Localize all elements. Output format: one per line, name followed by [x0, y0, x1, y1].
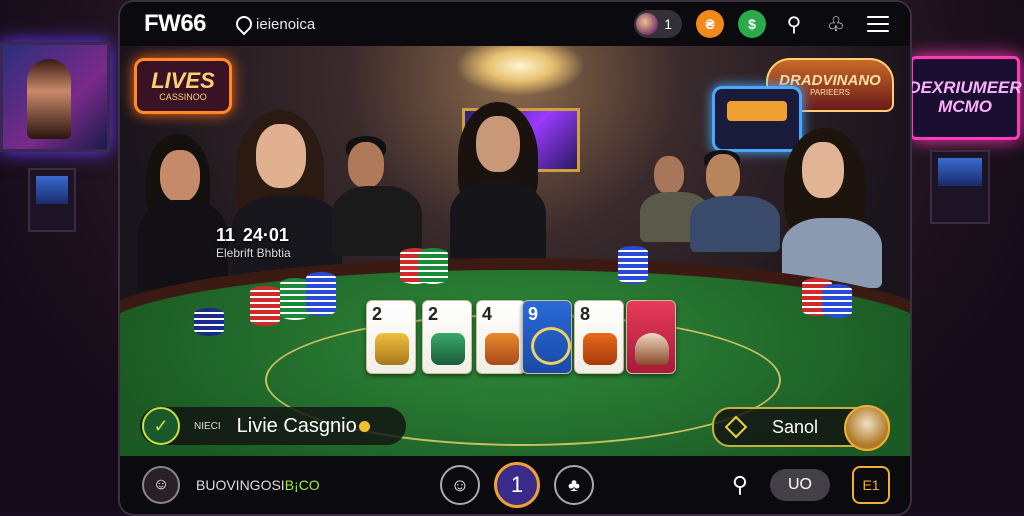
- chip-stack[interactable]: [194, 308, 224, 336]
- emoji-button[interactable]: ☺: [440, 465, 480, 505]
- community-card: 8: [574, 300, 624, 374]
- bet-overlay: 11 24·01 Elebrift Bhbtia: [216, 218, 291, 260]
- wall-tv-left: [0, 42, 110, 152]
- card-rank: 8: [580, 304, 591, 324]
- coin-icon: [358, 420, 370, 432]
- location-label: ieienoica: [256, 15, 316, 33]
- live-micro-label: NIECI: [194, 420, 221, 432]
- community-card: 4: [476, 300, 526, 374]
- chip-stack[interactable]: [822, 284, 852, 318]
- bottom-actions: ⚲ UO E1: [732, 466, 890, 504]
- action-buttons: ☺ 1 ♣: [440, 462, 594, 508]
- chip-stack[interactable]: [618, 246, 648, 284]
- tv-host-image: [27, 59, 71, 139]
- send-button[interactable]: Sanol: [712, 405, 890, 451]
- bet-overlay-label: Elebrift Bhbtia: [216, 246, 291, 260]
- live-casino-title: Livie Casgnio: [236, 414, 357, 437]
- slot-machine: [930, 150, 990, 224]
- community-card: 2: [422, 300, 472, 374]
- brand-logo[interactable]: FW66: [144, 10, 207, 38]
- neon-casino-sub: PARIEERS: [810, 88, 850, 97]
- diamond-icon: [724, 415, 748, 439]
- live-casino-pill[interactable]: ✓ NIECI Livie Casgnio: [140, 407, 406, 445]
- neon-lives-sub: CASSINOO: [159, 92, 207, 102]
- send-label: Sanol: [772, 416, 819, 437]
- profile-pill[interactable]: 1: [634, 10, 682, 38]
- dollar-icon[interactable]: $: [738, 10, 766, 38]
- players-button[interactable]: ♣: [554, 465, 594, 505]
- neon-lives-title: LIVES: [151, 68, 215, 93]
- card-rank: 2: [428, 304, 439, 324]
- bet-overlay-number: 11: [216, 225, 236, 245]
- username-tag: B¡CO: [284, 477, 320, 493]
- location-pin-icon: [232, 12, 256, 36]
- community-card: 2: [366, 300, 416, 374]
- club-icon[interactable]: ♧: [822, 10, 850, 38]
- user-avatar-icon: [636, 13, 659, 35]
- app-window: FW66 ieienoica 1 ₴ $ ⚲ ♧ LIVES CASSINOO …: [118, 0, 912, 516]
- leaf-icon: ✓: [142, 407, 180, 445]
- search-icon[interactable]: ⚲: [732, 472, 748, 498]
- community-card: [626, 300, 676, 374]
- chip-stack[interactable]: [306, 272, 336, 316]
- card-rank: 9: [528, 304, 539, 324]
- dealer-avatar[interactable]: [844, 405, 890, 451]
- top-actions: 1 ₴ $ ⚲ ♧: [634, 10, 892, 38]
- chandelier: [455, 46, 585, 96]
- top-bar: FW66 ieienoica 1 ₴ $ ⚲ ♧: [120, 2, 910, 46]
- profile-count: 1: [664, 16, 672, 32]
- uo-toggle[interactable]: UO: [770, 469, 830, 501]
- chip-stack[interactable]: [250, 286, 280, 326]
- username-main: BUOVINGOSI: [196, 477, 285, 493]
- username: BUOVINGOSIB¡CO: [196, 477, 320, 493]
- live-table-scene: LIVES CASSINOO DRADVINANO PARIEERS 11 24…: [120, 46, 910, 456]
- card-rank: 4: [482, 304, 493, 324]
- slot-machine: [28, 168, 76, 232]
- neon-sign-text: DEXRIUMEER MCMO: [908, 78, 1022, 116]
- community-card: 9: [522, 300, 572, 374]
- card-rank: 2: [372, 304, 383, 324]
- exit-button[interactable]: E1: [852, 466, 890, 504]
- coin-icon[interactable]: ₴: [696, 10, 724, 38]
- search-icon[interactable]: ⚲: [780, 10, 808, 38]
- user-avatar[interactable]: ☺: [142, 466, 180, 504]
- menu-icon[interactable]: [864, 10, 892, 38]
- neon-sign-far-right: DEXRIUMEER MCMO: [908, 56, 1022, 140]
- bottom-bar: ☺ BUOVINGOSIB¡CO ☺ 1 ♣ ⚲ UO E1: [120, 456, 910, 514]
- location-selector[interactable]: ieienoica: [232, 12, 316, 36]
- chip-stack[interactable]: [418, 248, 448, 284]
- blue-neon-sign: [712, 86, 802, 152]
- neon-sign-lives: LIVES CASSINOO: [134, 58, 232, 114]
- bet-overlay-time: 24·01: [242, 225, 289, 245]
- primary-action-button[interactable]: 1: [494, 462, 540, 508]
